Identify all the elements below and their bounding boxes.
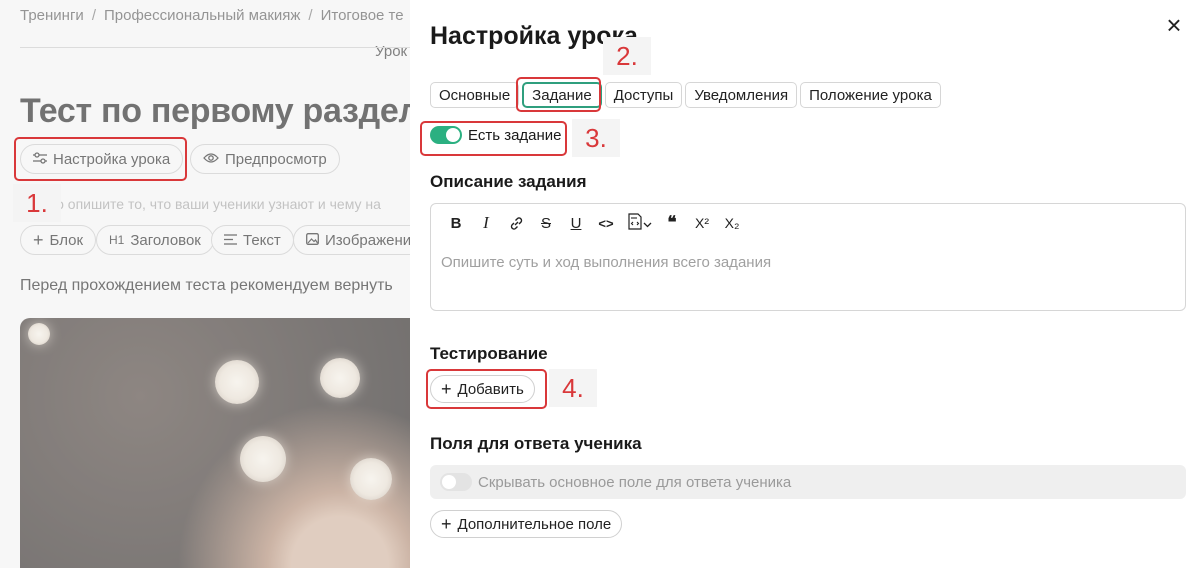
italic-icon[interactable]: I [471,212,501,234]
testing-heading: Тестирование [430,344,548,363]
quote-icon[interactable]: ❝ [657,212,687,234]
subscript-icon[interactable]: X₂ [717,212,747,234]
code-block-dropdown[interactable] [621,212,657,234]
tab-access[interactable]: Доступы [604,82,683,108]
code-icon[interactable]: <> [591,212,621,234]
link-icon[interactable] [501,212,531,234]
task-description-heading: Описание задания [430,172,587,191]
annotation-number-3: 3. [572,119,620,157]
modal-overlay[interactable] [0,0,410,568]
superscript-icon[interactable]: X² [687,212,717,234]
lesson-editor-background: Тренинги / Профессиональный макияж / Итогово… [0,0,410,568]
code-block-icon [627,212,643,234]
add-extra-field-button[interactable]: + Дополнительное поле [430,510,623,538]
close-icon[interactable]: × [1160,12,1188,40]
hide-main-field-label: Скрывать основное поле для ответа ученик… [478,473,792,491]
answer-fields-heading: Поля для ответа ученика [430,434,642,453]
bold-icon[interactable]: B [441,212,471,234]
editor-toolbar: B I S U <> ❝ X² X₂ [441,212,747,234]
annotation-number-4: 4. [549,369,597,407]
annotation-box-3 [420,121,567,156]
annotation-box-1 [14,137,187,181]
task-description-editor[interactable]: B I S U <> ❝ X² X₂ Опишите суть и ход вы… [430,203,1186,311]
chevron-down-icon [643,215,652,232]
hide-main-field-toggle[interactable] [440,473,472,491]
tab-general[interactable]: Основные [430,82,520,108]
hide-main-field-row: Скрывать основное поле для ответа ученик… [430,465,1186,499]
plus-icon: + [441,514,452,534]
underline-icon[interactable]: U [561,212,591,234]
annotation-number-2: 2. [603,37,651,75]
settings-tabs: Основные Задание Доступы Уведомления Пол… [430,82,941,108]
editor-placeholder: Опишите суть и ход выполнения всего зада… [441,254,772,271]
tab-notifications[interactable]: Уведомления [685,82,798,108]
add-extra-field-label: Дополнительное поле [457,515,612,533]
annotation-box-4 [426,369,547,409]
annotation-box-2 [516,77,601,112]
annotation-number-1: 1. [13,184,61,222]
strikethrough-icon[interactable]: S [531,212,561,234]
tab-lesson-position[interactable]: Положение урока [800,82,941,108]
